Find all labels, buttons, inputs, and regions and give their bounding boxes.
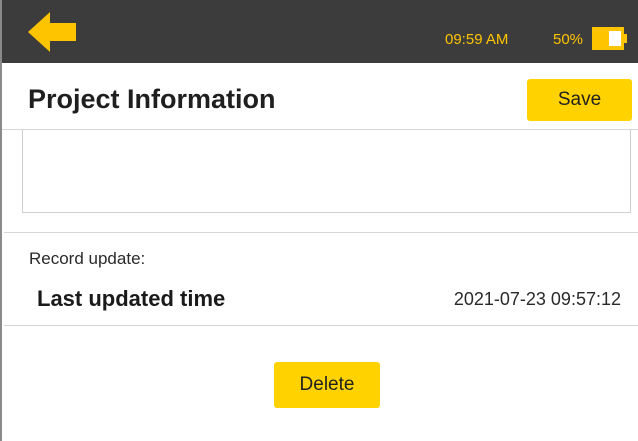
divider bbox=[4, 325, 638, 326]
page-title: Project Information bbox=[28, 84, 276, 114]
page-header: Project Information Save bbox=[2, 63, 638, 130]
save-button[interactable]: Save bbox=[527, 79, 632, 121]
battery-icon bbox=[592, 27, 627, 50]
last-updated-value: 2021-07-23 09:57:12 bbox=[453, 289, 621, 309]
project-notes-field[interactable] bbox=[22, 130, 631, 213]
battery-percent: 50% bbox=[553, 31, 584, 48]
divider bbox=[4, 232, 638, 233]
status-time: 09:59 AM bbox=[445, 31, 509, 48]
app-frame: 09:59 AM 50% Project Information Save Re… bbox=[0, 0, 638, 441]
status-bar: 09:59 AM 50% bbox=[2, 0, 638, 63]
last-updated-label: Last updated time bbox=[37, 286, 226, 311]
arrow-left-icon bbox=[28, 12, 76, 52]
delete-button[interactable]: Delete bbox=[274, 362, 380, 408]
record-update-label: Record update: bbox=[29, 249, 146, 268]
back-button[interactable] bbox=[28, 12, 78, 52]
